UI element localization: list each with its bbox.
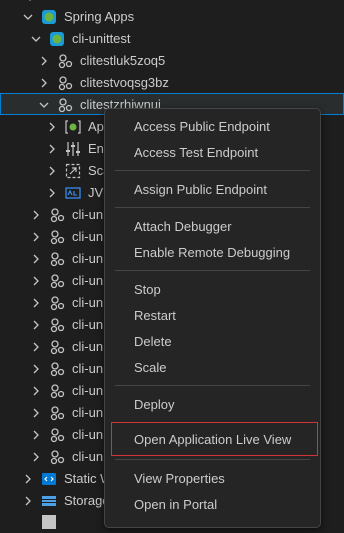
menu-separator [115, 385, 310, 386]
menu-separator [115, 270, 310, 271]
tree-item-label: cli-un [72, 295, 104, 310]
tree-item-label: clitestluk5zoq5 [80, 53, 166, 68]
app-icon [57, 53, 73, 69]
menu-item-stop[interactable]: Stop [105, 277, 320, 303]
sliders-icon [65, 141, 81, 157]
chevron-right-icon[interactable] [30, 424, 42, 446]
chevron-right-icon[interactable] [22, 490, 34, 512]
tree-item-app[interactable]: clitestluk5zoq5 [0, 50, 344, 72]
menu-item-restart[interactable]: Restart [105, 303, 320, 329]
chevron-right-icon[interactable] [30, 446, 42, 468]
app-icon [49, 251, 65, 267]
chevron-right-icon[interactable] [30, 336, 42, 358]
chevron-down-icon[interactable] [22, 6, 34, 28]
tree-item-app[interactable]: clitestvoqsg3bz [0, 72, 344, 94]
app-icon [49, 229, 65, 245]
tree-item-label: cli-un [72, 383, 104, 398]
context-menu: Access Public Endpoint Access Test Endpo… [104, 108, 321, 528]
app-icon [49, 207, 65, 223]
app-icon [49, 273, 65, 289]
app-icon [49, 339, 65, 355]
chevron-right-icon[interactable] [38, 72, 50, 94]
menu-separator [115, 207, 310, 208]
menu-item-open-in-portal[interactable]: Open in Portal [105, 492, 320, 518]
storage-icon [41, 493, 57, 509]
tree-item-label: cli-un [72, 317, 104, 332]
app-icon [49, 449, 65, 465]
menu-separator [115, 170, 310, 171]
menu-item-view-properties[interactable]: View Properties [105, 466, 320, 492]
tree-item-label: cli-un [72, 339, 104, 354]
chevron-right-icon[interactable] [30, 270, 42, 292]
chevron-right-icon[interactable] [30, 292, 42, 314]
chevron-right-icon[interactable] [30, 402, 42, 424]
tree-item-label: cli-un [72, 405, 104, 420]
tree-item-label: clitestvoqsg3bz [80, 75, 169, 90]
static-web-apps-icon [41, 471, 57, 487]
chevron-down-icon[interactable] [38, 94, 50, 116]
spring-service-icon [49, 31, 65, 47]
tree-item-label: cli-un [72, 361, 104, 376]
tree-item-label: cli-un [72, 427, 104, 442]
chevron-right-icon[interactable] [46, 138, 58, 160]
chevron-right-icon[interactable] [30, 314, 42, 336]
chevron-right-icon[interactable] [22, 468, 34, 490]
menu-item-access-public-endpoint[interactable]: Access Public Endpoint [105, 114, 320, 140]
app-icon [49, 361, 65, 377]
app-settings-icon [65, 119, 81, 135]
tree-item-label: cli-un [72, 207, 104, 222]
chevron-right-icon[interactable] [38, 50, 50, 72]
scale-icon [65, 163, 81, 179]
jvm-icon [65, 185, 81, 201]
app-icon [49, 427, 65, 443]
app-icon [49, 317, 65, 333]
app-icon [49, 383, 65, 399]
menu-item-delete[interactable]: Delete [105, 329, 320, 355]
app-icon [49, 295, 65, 311]
tree-item-label: cli-un [72, 273, 104, 288]
tree-item-service[interactable]: cli-unittest [0, 28, 344, 50]
menu-item-scale[interactable]: Scale [105, 355, 320, 381]
chevron-right-icon[interactable] [30, 248, 42, 270]
spring-apps-icon [41, 9, 57, 25]
app-icon [57, 75, 73, 91]
chevron-right-icon[interactable] [30, 358, 42, 380]
chevron-right-icon[interactable] [30, 226, 42, 248]
chevron-right-icon[interactable] [30, 380, 42, 402]
chevron-right-icon[interactable] [30, 204, 42, 226]
app-icon [49, 405, 65, 421]
tree-item-label: cli-unittest [72, 31, 131, 46]
menu-item-enable-remote-debugging[interactable]: Enable Remote Debugging [105, 240, 320, 266]
tree-item-label: cli-un [72, 251, 104, 266]
chevron-down-icon[interactable] [30, 28, 42, 50]
chevron-right-icon[interactable] [46, 160, 58, 182]
tree-item-label: Storage [64, 493, 110, 508]
app-icon [57, 97, 73, 113]
tree-item-label: Spring Apps [64, 9, 135, 24]
menu-separator [115, 459, 310, 460]
tree-item-label: cli-un [72, 449, 104, 464]
menu-item-assign-public-endpoint[interactable]: Assign Public Endpoint [105, 177, 320, 203]
tree-item-label: cli-un [72, 229, 104, 244]
menu-item-access-test-endpoint[interactable]: Access Test Endpoint [105, 140, 320, 166]
menu-item-deploy[interactable]: Deploy [105, 392, 320, 418]
resource-icon [41, 514, 57, 530]
tree-item-label: Ap [88, 119, 104, 134]
chevron-right-icon[interactable] [46, 116, 58, 138]
menu-item-open-application-live-view[interactable]: Open Application Live View [111, 422, 318, 456]
menu-item-attach-debugger[interactable]: Attach Debugger [105, 214, 320, 240]
chevron-right-icon[interactable] [46, 182, 58, 204]
tree-item-spring-apps[interactable]: Spring Apps [0, 6, 344, 28]
